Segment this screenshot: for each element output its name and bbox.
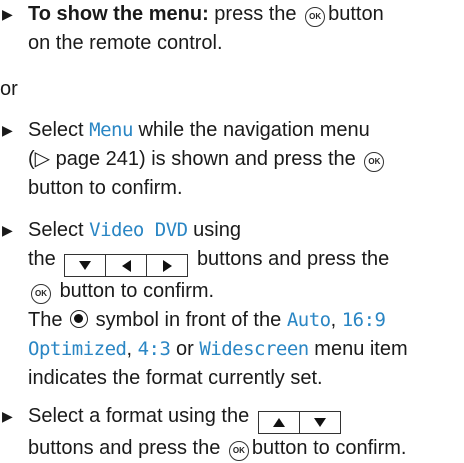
step-text: press the	[208, 3, 297, 25]
arrow-key-group	[257, 411, 341, 434]
step-text: buttons and press the	[196, 248, 390, 270]
ok-button-icon: OK	[305, 7, 326, 27]
step-text: Select	[28, 219, 84, 241]
bullet-arrow: ▶	[2, 222, 13, 238]
step-text: the	[28, 248, 56, 270]
ok-button-icon: OK	[31, 284, 51, 304]
step-text: while the navigation menu	[138, 119, 370, 141]
step-text: ,	[126, 338, 133, 360]
step-text: indicates the format currently set.	[28, 367, 323, 389]
arrow-down-icon	[65, 255, 105, 276]
radio-selected-icon	[70, 310, 89, 328]
step-text: The	[28, 309, 63, 331]
option-optimized: Optimized	[28, 338, 127, 360]
bullet-arrow: ▶	[2, 6, 13, 22]
step-text: button to confirm.	[251, 437, 407, 459]
step-text: buttons and press the	[28, 437, 221, 459]
arrow-down-icon	[298, 412, 340, 433]
step-text: using	[193, 219, 241, 241]
bullet-arrow: ▶	[2, 408, 13, 424]
step-text: button to confirm.	[59, 280, 215, 302]
or-separator: or	[0, 78, 18, 100]
option-16-9: 16:9	[341, 309, 386, 331]
step-text: ,	[330, 309, 337, 331]
option-auto: Auto	[286, 309, 331, 331]
step-show-menu: ▶ To show the menu: press the OK button o…	[0, 0, 464, 58]
menu-item-menu: Menu	[89, 119, 133, 141]
instruction-page: ▶ To show the menu: press the OK button o…	[0, 0, 464, 462]
arrow-key-group	[64, 254, 189, 277]
step-text: or	[175, 338, 194, 360]
step-text: menu item	[314, 338, 408, 360]
step-label: To show the menu:	[28, 3, 209, 25]
step-text: on the remote control.	[28, 32, 223, 54]
step-select-video-dvd: ▶ Select Video DVD using the buttons and…	[0, 216, 464, 393]
step-text: button to confirm.	[28, 177, 183, 199]
ok-button-icon: OK	[364, 152, 385, 172]
step-select-format: ▶ Select a format using the buttons and …	[0, 402, 464, 463]
step-text: Select a format using the	[28, 405, 250, 427]
step-text: symbol in front of the	[95, 309, 282, 331]
arrow-left-icon	[105, 255, 146, 276]
page-reference: (▷ page 241) is shown and press the	[28, 148, 356, 170]
option-4-3: 4:3	[137, 338, 171, 360]
step-text: button	[328, 3, 384, 25]
arrow-up-icon	[259, 412, 299, 433]
step-select-menu: ▶ Select Menu while the navigation menu …	[0, 116, 464, 203]
menu-item-video-dvd: Video DVD	[89, 219, 188, 241]
ok-button-icon: OK	[228, 441, 249, 461]
step-text: Select	[28, 119, 84, 141]
bullet-arrow: ▶	[2, 122, 13, 138]
option-widescreen: Widescreen	[199, 338, 309, 360]
arrow-right-icon	[146, 255, 187, 276]
